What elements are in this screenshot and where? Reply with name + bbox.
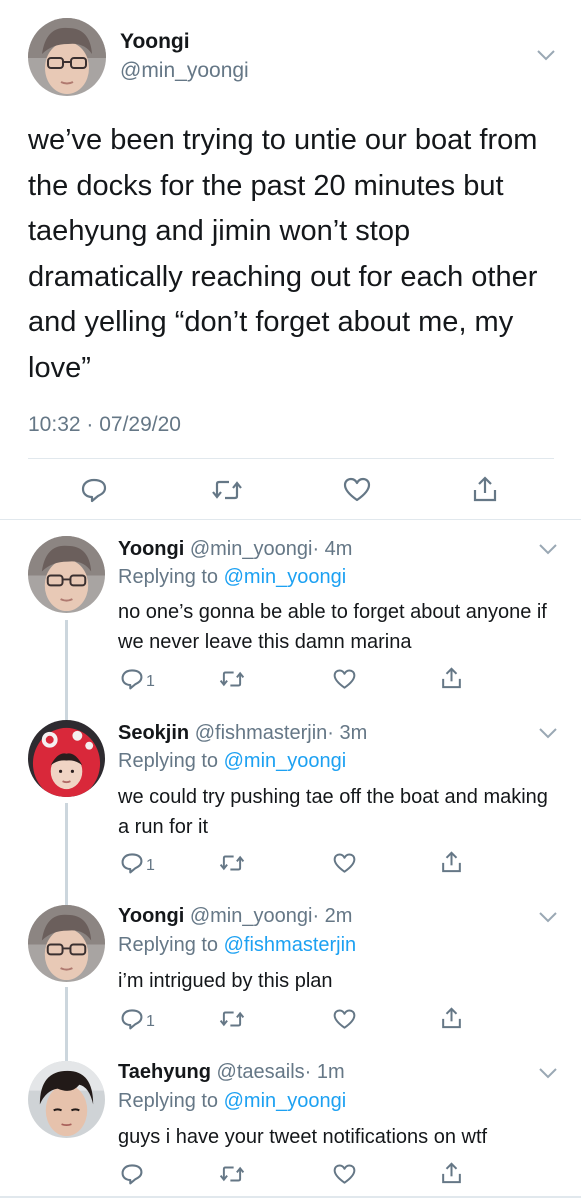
reply-header: Taehyung @taesails· 1m bbox=[118, 1061, 345, 1084]
reply-header: Yoongi @min_yoongi· 2m bbox=[118, 905, 352, 928]
retweet-icon[interactable] bbox=[219, 667, 245, 691]
replying-to-link[interactable]: @min_yoongi bbox=[224, 1090, 347, 1112]
retweet-icon[interactable] bbox=[219, 1162, 245, 1186]
reply-icon[interactable] bbox=[120, 1007, 144, 1031]
reply-count: 1 bbox=[146, 673, 155, 690]
replying-to-label: Replying to bbox=[118, 566, 219, 588]
chevron-down-icon[interactable] bbox=[535, 48, 557, 62]
avatar[interactable] bbox=[28, 1061, 105, 1138]
like-icon[interactable] bbox=[332, 852, 357, 875]
username[interactable]: @min_yoongi bbox=[190, 538, 313, 560]
tweet-text: we’ve been trying to untie our boat from… bbox=[28, 124, 538, 384]
reply-text: no one’s gonna be able to forget about a… bbox=[118, 601, 547, 653]
avatar[interactable] bbox=[28, 18, 106, 96]
chevron-down-icon[interactable] bbox=[537, 542, 559, 556]
like-icon[interactable] bbox=[342, 476, 372, 504]
retweet-icon[interactable] bbox=[219, 851, 245, 875]
replying-to: Replying to @fishmasterjin bbox=[118, 934, 356, 957]
chevron-down-icon[interactable] bbox=[537, 1066, 559, 1080]
username[interactable]: @min_yoongi bbox=[120, 59, 249, 83]
reply-icon[interactable] bbox=[120, 851, 144, 875]
main-tweet[interactable]: Yoongi @min_yoongi we’ve been trying to … bbox=[0, 0, 581, 520]
avatar-yoongi-image bbox=[28, 18, 106, 96]
reply-tweet[interactable]: Yoongi @min_yoongi· 4m Replying to @min_… bbox=[0, 536, 581, 706]
replying-to: Replying to @min_yoongi bbox=[118, 1090, 346, 1113]
reply-tweet[interactable]: Seokjin @fishmasterjin· 3m Replying to @… bbox=[0, 720, 581, 890]
display-name[interactable]: Taehyung bbox=[118, 1061, 211, 1083]
share-icon[interactable] bbox=[439, 1005, 464, 1031]
display-name[interactable]: Yoongi bbox=[118, 538, 184, 560]
reply-time: · 3m bbox=[327, 722, 368, 744]
username[interactable]: @taesails bbox=[217, 1061, 305, 1083]
divider bbox=[0, 519, 581, 520]
like-icon[interactable] bbox=[332, 668, 357, 691]
reply-header: Yoongi @min_yoongi· 4m bbox=[118, 538, 352, 561]
reply-count: 1 bbox=[146, 1013, 155, 1030]
username[interactable]: @fishmasterjin bbox=[195, 722, 328, 744]
avatar-seokjin-image bbox=[28, 720, 105, 797]
tweet-timestamp[interactable]: 10:32 · 07/29/20 bbox=[28, 413, 181, 437]
avatar[interactable] bbox=[28, 720, 105, 797]
display-name[interactable]: Yoongi bbox=[118, 905, 184, 927]
reply-icon[interactable] bbox=[120, 667, 144, 691]
reply-header: Seokjin @fishmasterjin· 3m bbox=[118, 722, 367, 745]
display-name[interactable]: Yoongi bbox=[120, 30, 190, 54]
share-icon[interactable] bbox=[439, 849, 464, 875]
retweet-icon[interactable] bbox=[211, 476, 243, 504]
username[interactable]: @min_yoongi bbox=[190, 905, 313, 927]
share-icon[interactable] bbox=[470, 474, 500, 504]
avatar-taehyung-image bbox=[28, 1061, 105, 1138]
reply-text: we could try pushing tae off the boat an… bbox=[118, 786, 548, 838]
avatar-yoongi-image bbox=[28, 905, 105, 982]
avatar-yoongi-image bbox=[28, 536, 105, 613]
retweet-icon[interactable] bbox=[219, 1007, 245, 1031]
tweet-thread: Yoongi @min_yoongi we’ve been trying to … bbox=[0, 0, 581, 1200]
replying-to: Replying to @min_yoongi bbox=[118, 566, 346, 589]
avatar[interactable] bbox=[28, 536, 105, 613]
reply-icon[interactable] bbox=[80, 476, 108, 504]
replying-to: Replying to @min_yoongi bbox=[118, 750, 346, 773]
replying-to-link[interactable]: @min_yoongi bbox=[224, 750, 347, 772]
reply-text: i’m intrigued by this plan bbox=[118, 970, 333, 992]
share-icon[interactable] bbox=[439, 665, 464, 691]
divider bbox=[28, 458, 554, 459]
replying-to-label: Replying to bbox=[118, 1090, 219, 1112]
replying-to-link[interactable]: @fishmasterjin bbox=[224, 934, 357, 956]
divider bbox=[0, 1196, 581, 1198]
replying-to-link[interactable]: @min_yoongi bbox=[224, 566, 347, 588]
replying-to-label: Replying to bbox=[118, 750, 219, 772]
reply-icon[interactable] bbox=[120, 1162, 144, 1186]
reply-time: · 2m bbox=[312, 905, 353, 927]
reply-text: guys i have your tweet notifications on … bbox=[118, 1126, 488, 1148]
like-icon[interactable] bbox=[332, 1008, 357, 1031]
replying-to-label: Replying to bbox=[118, 934, 219, 956]
reply-tweet[interactable]: Yoongi @min_yoongi· 2m Replying to @fish… bbox=[0, 905, 581, 1045]
reply-time: · 1m bbox=[304, 1061, 345, 1083]
share-icon[interactable] bbox=[439, 1160, 464, 1186]
reply-tweet[interactable]: Taehyung @taesails· 1m Replying to @min_… bbox=[0, 1061, 581, 1196]
reply-count: 1 bbox=[146, 857, 155, 874]
chevron-down-icon[interactable] bbox=[537, 726, 559, 740]
chevron-down-icon[interactable] bbox=[537, 910, 559, 924]
reply-time: · 4m bbox=[312, 538, 353, 560]
display-name[interactable]: Seokjin bbox=[118, 722, 189, 744]
avatar[interactable] bbox=[28, 905, 105, 982]
like-icon[interactable] bbox=[332, 1163, 357, 1186]
